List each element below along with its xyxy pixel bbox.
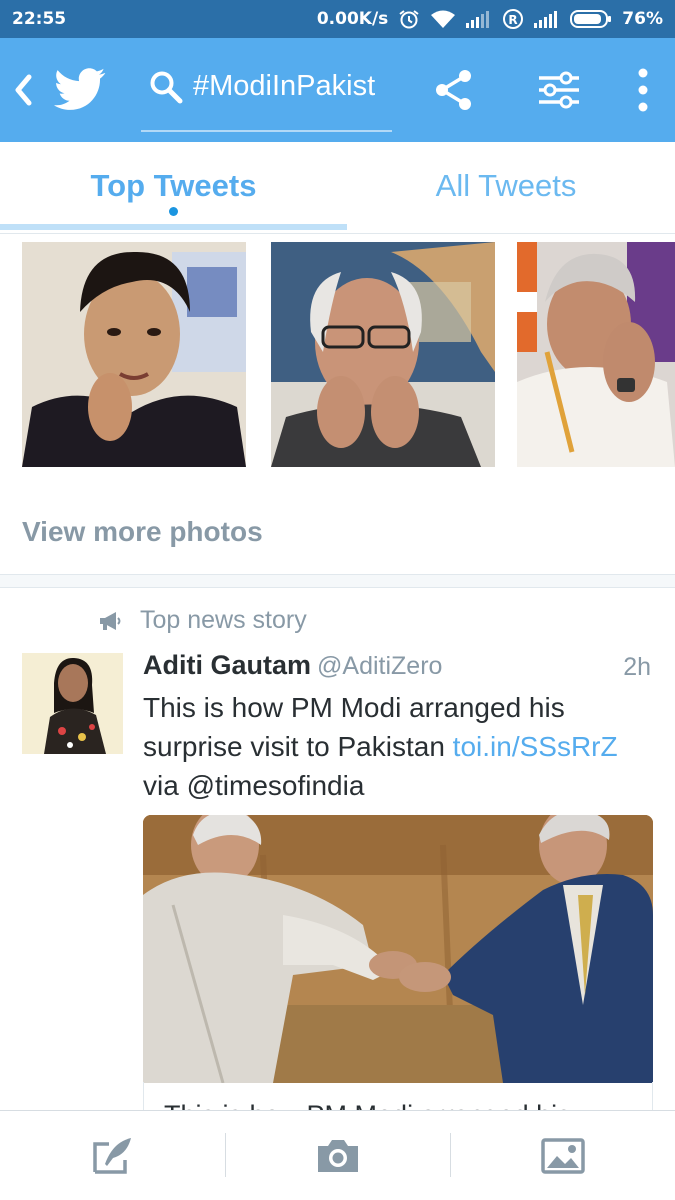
wifi-icon bbox=[430, 9, 456, 29]
compose-icon bbox=[92, 1138, 131, 1174]
photo-thumbnail-1[interactable] bbox=[22, 242, 246, 467]
status-time: 22:55 bbox=[12, 9, 67, 29]
share-icon bbox=[436, 70, 471, 110]
signal-icon-2 bbox=[534, 10, 560, 28]
back-button[interactable] bbox=[6, 70, 40, 110]
search-query[interactable]: #ModiInPakist bbox=[193, 70, 393, 103]
signal-icon bbox=[466, 10, 492, 28]
battery-icon bbox=[570, 9, 612, 29]
battery-level: 76% bbox=[622, 9, 663, 29]
tweet-context: Top news story bbox=[98, 606, 307, 635]
search-field[interactable]: #ModiInPakist bbox=[141, 62, 392, 132]
tab-top-tweets[interactable]: Top Tweets bbox=[0, 142, 347, 234]
photo-thumbnail-3[interactable] bbox=[517, 242, 675, 467]
twitter-bird-icon[interactable] bbox=[54, 68, 106, 112]
more-options-button[interactable] bbox=[630, 66, 656, 114]
tweet-text-via: via @timesofindia bbox=[143, 770, 365, 801]
more-vertical-icon bbox=[638, 68, 648, 112]
top-news-story-label: Top news story bbox=[140, 606, 307, 634]
camera-icon bbox=[317, 1140, 358, 1172]
camera-button[interactable] bbox=[225, 1111, 450, 1200]
tab-selected-indicator bbox=[0, 224, 347, 230]
tweet-link[interactable]: toi.in/SSsRrZ bbox=[453, 731, 618, 762]
tweet-text: This is how PM Modi arranged his surpris… bbox=[143, 688, 663, 805]
tab-all-tweets[interactable]: All Tweets bbox=[337, 142, 675, 234]
tab-all-tweets-label: All Tweets bbox=[435, 168, 577, 203]
author-name[interactable]: Aditi Gautam bbox=[143, 650, 311, 680]
photo-strip: View more photos bbox=[0, 234, 675, 574]
section-divider bbox=[0, 574, 675, 588]
photo-thumbnail-2[interactable] bbox=[271, 242, 495, 467]
search-icon bbox=[150, 71, 183, 104]
status-indicators: 0.00K/s R 76% bbox=[317, 8, 663, 30]
status-bar: 22:55 0.00K/s R 76% bbox=[0, 0, 675, 38]
avatar[interactable] bbox=[22, 653, 123, 754]
megaphone-icon bbox=[100, 611, 121, 630]
tweet-header: Aditi Gautam @AditiZero 2h bbox=[143, 650, 655, 686]
svg-text:R: R bbox=[509, 13, 518, 27]
filter-button[interactable] bbox=[536, 68, 582, 112]
tweet-media-image[interactable] bbox=[143, 815, 653, 1083]
view-more-photos-link[interactable]: View more photos bbox=[22, 516, 263, 548]
filter-icon bbox=[539, 71, 579, 109]
tab-bar: Top Tweets All Tweets bbox=[0, 142, 675, 234]
chevron-left-icon bbox=[15, 74, 32, 106]
gallery-button[interactable] bbox=[450, 1111, 675, 1200]
app-bar: #ModiInPakist bbox=[0, 38, 675, 142]
new-indicator-dot bbox=[169, 207, 178, 216]
net-speed: 0.00K/s bbox=[316, 9, 389, 29]
alarm-icon bbox=[398, 8, 420, 30]
bottom-toolbar bbox=[0, 1110, 675, 1200]
image-icon bbox=[540, 1138, 585, 1174]
share-button[interactable] bbox=[434, 68, 474, 112]
roaming-icon: R bbox=[502, 8, 524, 30]
tab-top-tweets-label: Top Tweets bbox=[90, 168, 257, 203]
author-handle[interactable]: @AditiZero bbox=[317, 652, 442, 680]
tweet-timestamp: 2h bbox=[623, 653, 651, 681]
compose-button[interactable] bbox=[0, 1111, 225, 1200]
